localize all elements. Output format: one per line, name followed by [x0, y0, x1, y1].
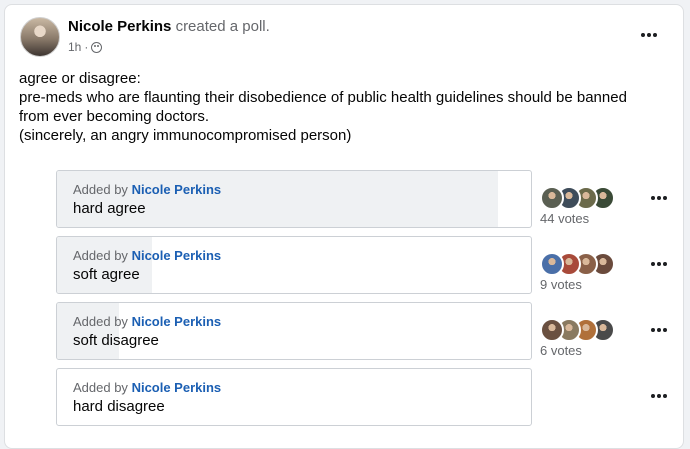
added-by-name[interactable]: Nicole Perkins [132, 380, 222, 395]
post-meta: 1h · [68, 40, 103, 54]
poll-option-voters[interactable] [540, 318, 630, 342]
poll-option-menu-button[interactable] [646, 386, 672, 406]
post-action-text: created a poll. [175, 18, 270, 35]
poll-option-label: hard disagree [73, 398, 165, 415]
poll-option[interactable]: Added by Nicole Perkins hard agree [56, 170, 532, 228]
author-avatar[interactable] [20, 17, 60, 57]
added-by-prefix: Added by [73, 380, 128, 395]
voter-avatar[interactable] [540, 252, 564, 276]
post-body: agree or disagree: pre-meds who are flau… [19, 69, 659, 145]
poll-option[interactable]: Added by Nicole Perkins hard disagree [56, 368, 532, 426]
added-by-prefix: Added by [73, 314, 128, 329]
post-text-line: agree or disagree: [19, 70, 141, 87]
globe-icon[interactable] [91, 41, 103, 53]
voter-avatar[interactable] [540, 186, 564, 210]
poll-option-label: soft agree [73, 266, 140, 283]
poll-option-added-by: Added by Nicole Perkins [73, 380, 221, 395]
more-horizontal-icon [651, 328, 655, 332]
post-timestamp[interactable]: 1h [68, 40, 81, 54]
post-header: Nicole Perkins created a poll. [68, 18, 270, 35]
added-by-name[interactable]: Nicole Perkins [132, 248, 222, 263]
poll-option-vote-count[interactable]: 44 votes [540, 211, 589, 226]
poll-option-result-bar [57, 303, 119, 359]
poll-post-card: Nicole Perkins created a poll. 1h · agre… [4, 4, 684, 449]
meta-separator: · [84, 40, 89, 54]
more-horizontal-icon [651, 394, 655, 398]
poll-option-label: hard agree [73, 200, 146, 217]
post-menu-button[interactable] [636, 25, 662, 45]
poll-option-menu-button[interactable] [646, 320, 672, 340]
poll-option[interactable]: Added by Nicole Perkins soft agree [56, 236, 532, 294]
added-by-prefix: Added by [73, 182, 128, 197]
added-by-prefix: Added by [73, 248, 128, 263]
poll-option-voters[interactable] [540, 252, 630, 276]
poll-option-vote-count[interactable]: 6 votes [540, 343, 582, 358]
poll-option-menu-button[interactable] [646, 254, 672, 274]
voter-avatar[interactable] [540, 318, 564, 342]
poll-option-result-bar [57, 237, 152, 293]
poll-option-voters[interactable] [540, 186, 630, 210]
post-text-line: (sincerely, an angry immunocompromised p… [19, 127, 352, 144]
more-horizontal-icon [651, 262, 655, 266]
added-by-name[interactable]: Nicole Perkins [132, 314, 222, 329]
added-by-name[interactable]: Nicole Perkins [132, 182, 222, 197]
poll-option-added-by: Added by Nicole Perkins [73, 182, 221, 197]
post-text-line: pre-meds who are flaunting their disobed… [19, 89, 627, 125]
poll-option-added-by: Added by Nicole Perkins [73, 314, 221, 329]
author-name[interactable]: Nicole Perkins [68, 18, 171, 35]
poll-option[interactable]: Added by Nicole Perkins soft disagree [56, 302, 532, 360]
more-horizontal-icon [651, 196, 655, 200]
poll-option-result-bar [57, 171, 498, 227]
poll-option-added-by: Added by Nicole Perkins [73, 248, 221, 263]
poll-option-label: soft disagree [73, 332, 159, 349]
poll-option-vote-count[interactable]: 9 votes [540, 277, 582, 292]
more-horizontal-icon [641, 33, 645, 37]
poll-option-menu-button[interactable] [646, 188, 672, 208]
